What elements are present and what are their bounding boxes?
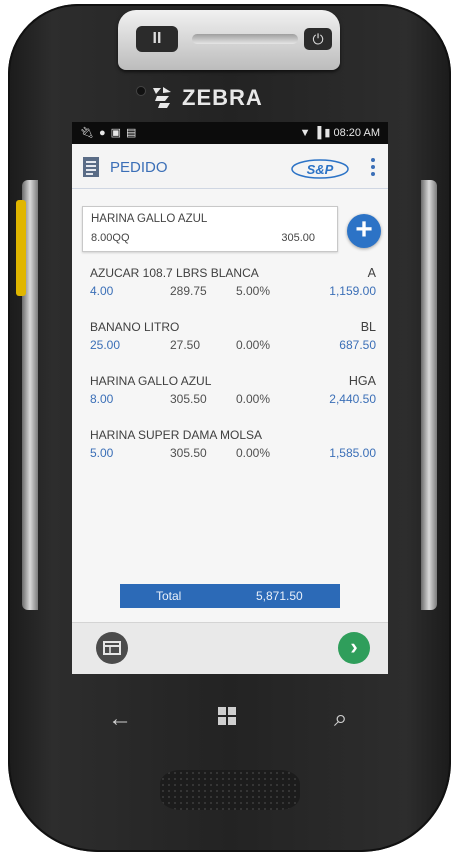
- entry-product: HARINA GALLO AZUL: [91, 213, 208, 225]
- battery-icon: ▮: [324, 127, 331, 139]
- item-total: 2,440.50: [329, 392, 376, 406]
- item-name: HARINA SUPER DAMA MOLSA: [90, 428, 263, 442]
- top-left-button[interactable]: II: [136, 26, 178, 52]
- item-price: 27.50: [170, 338, 201, 352]
- clock: 08:20 AM: [333, 127, 380, 139]
- item-discount: 5.00%: [236, 284, 271, 298]
- item-total: 1,159.00: [329, 284, 376, 298]
- item-total: 687.50: [339, 338, 376, 352]
- catalog-button[interactable]: [96, 632, 128, 664]
- status-icons-left: 🔌︎●▣▤: [80, 126, 141, 139]
- company-logo: S&P: [291, 159, 349, 179]
- add-item-button[interactable]: +: [347, 214, 381, 248]
- device-screen: 🔌︎●▣▤ ▼ ▐ ▮ 08:20 AM PEDIDO S&P HARINA G…: [72, 122, 388, 674]
- device-rail-right: [421, 180, 437, 610]
- device-top-cap: II ⏻: [118, 10, 340, 70]
- usb-icon: 🔌︎: [80, 127, 99, 139]
- entry-price: 305.00: [281, 232, 315, 244]
- app-bar: PEDIDO S&P: [72, 144, 388, 189]
- total-label: Total: [156, 589, 182, 603]
- order-items-list: AZUCAR 108.7 LBRS BLANCA A 4.00 289.75 5…: [72, 262, 388, 478]
- document-icon[interactable]: [82, 156, 100, 178]
- entry-quantity: 8.00QQ: [91, 232, 130, 244]
- speaker-grille: [160, 770, 300, 810]
- list-item[interactable]: HARINA GALLO AZUL HGA 8.00 305.50 0.00% …: [72, 370, 388, 424]
- list-item[interactable]: BANANO LITRO BL 25.00 27.50 0.00% 687.50: [72, 316, 388, 370]
- item-name: AZUCAR 108.7 LBRS BLANCA: [90, 266, 259, 280]
- chevron-right-icon: ›: [350, 634, 358, 659]
- svg-text:S&P: S&P: [307, 162, 334, 177]
- next-button[interactable]: ›: [338, 632, 370, 664]
- item-price: 305.50: [170, 446, 207, 460]
- page-title: PEDIDO: [110, 159, 168, 176]
- item-code: A: [367, 266, 376, 280]
- list-item[interactable]: HARINA SUPER DAMA MOLSA 5.00 305.50 0.00…: [72, 424, 388, 478]
- camera-icon: [136, 86, 146, 96]
- list-item[interactable]: AZUCAR 108.7 LBRS BLANCA A 4.00 289.75 5…: [72, 262, 388, 316]
- scan-trigger-button[interactable]: [16, 200, 26, 296]
- item-total: 1,585.00: [329, 446, 376, 460]
- product-entry-card[interactable]: HARINA GALLO AZUL 8.00QQ 305.00: [82, 206, 338, 252]
- item-discount: 0.00%: [236, 338, 271, 352]
- item-discount: 0.00%: [236, 446, 271, 460]
- brand-name: ZEBRA: [182, 85, 263, 110]
- top-slot: [192, 34, 298, 44]
- item-price: 289.75: [170, 284, 207, 298]
- item-qty: 5.00: [90, 446, 114, 460]
- signal-icon: ▐: [313, 127, 322, 139]
- item-name: HARINA GALLO AZUL: [90, 374, 212, 388]
- wifi-icon: ▼: [299, 127, 311, 139]
- status-icons-right: ▼ ▐ ▮ 08:20 AM: [300, 126, 380, 139]
- windows-home-icon[interactable]: [218, 707, 238, 727]
- item-price: 305.50: [170, 392, 207, 406]
- zebra-logo-icon: [153, 87, 171, 108]
- item-name: BANANO LITRO: [90, 320, 180, 334]
- clipboard-icon: ▤: [126, 127, 142, 139]
- item-code: BL: [360, 320, 376, 334]
- more-vert-icon[interactable]: [368, 156, 378, 180]
- total-value: 5,871.50: [256, 589, 303, 603]
- order-total-bar: Total 5,871.50: [120, 584, 340, 608]
- clipboard-icon: ▣: [110, 127, 127, 139]
- catalog-icon: [103, 641, 121, 655]
- item-code: HGA: [348, 374, 376, 388]
- item-qty: 25.00: [90, 338, 121, 352]
- search-icon[interactable]: ⌕: [334, 705, 347, 733]
- status-bar: 🔌︎●▣▤ ▼ ▐ ▮ 08:20 AM: [72, 122, 388, 144]
- device-brand: ZEBRA: [150, 84, 320, 114]
- power-icon[interactable]: ⏻: [304, 28, 332, 50]
- bottom-action-bar: ›: [72, 622, 388, 674]
- item-qty: 8.00: [90, 392, 114, 406]
- item-qty: 4.00: [90, 284, 114, 298]
- notification-icon: ●: [98, 127, 111, 139]
- back-arrow-icon[interactable]: ←: [108, 705, 132, 733]
- item-discount: 0.00%: [236, 392, 271, 406]
